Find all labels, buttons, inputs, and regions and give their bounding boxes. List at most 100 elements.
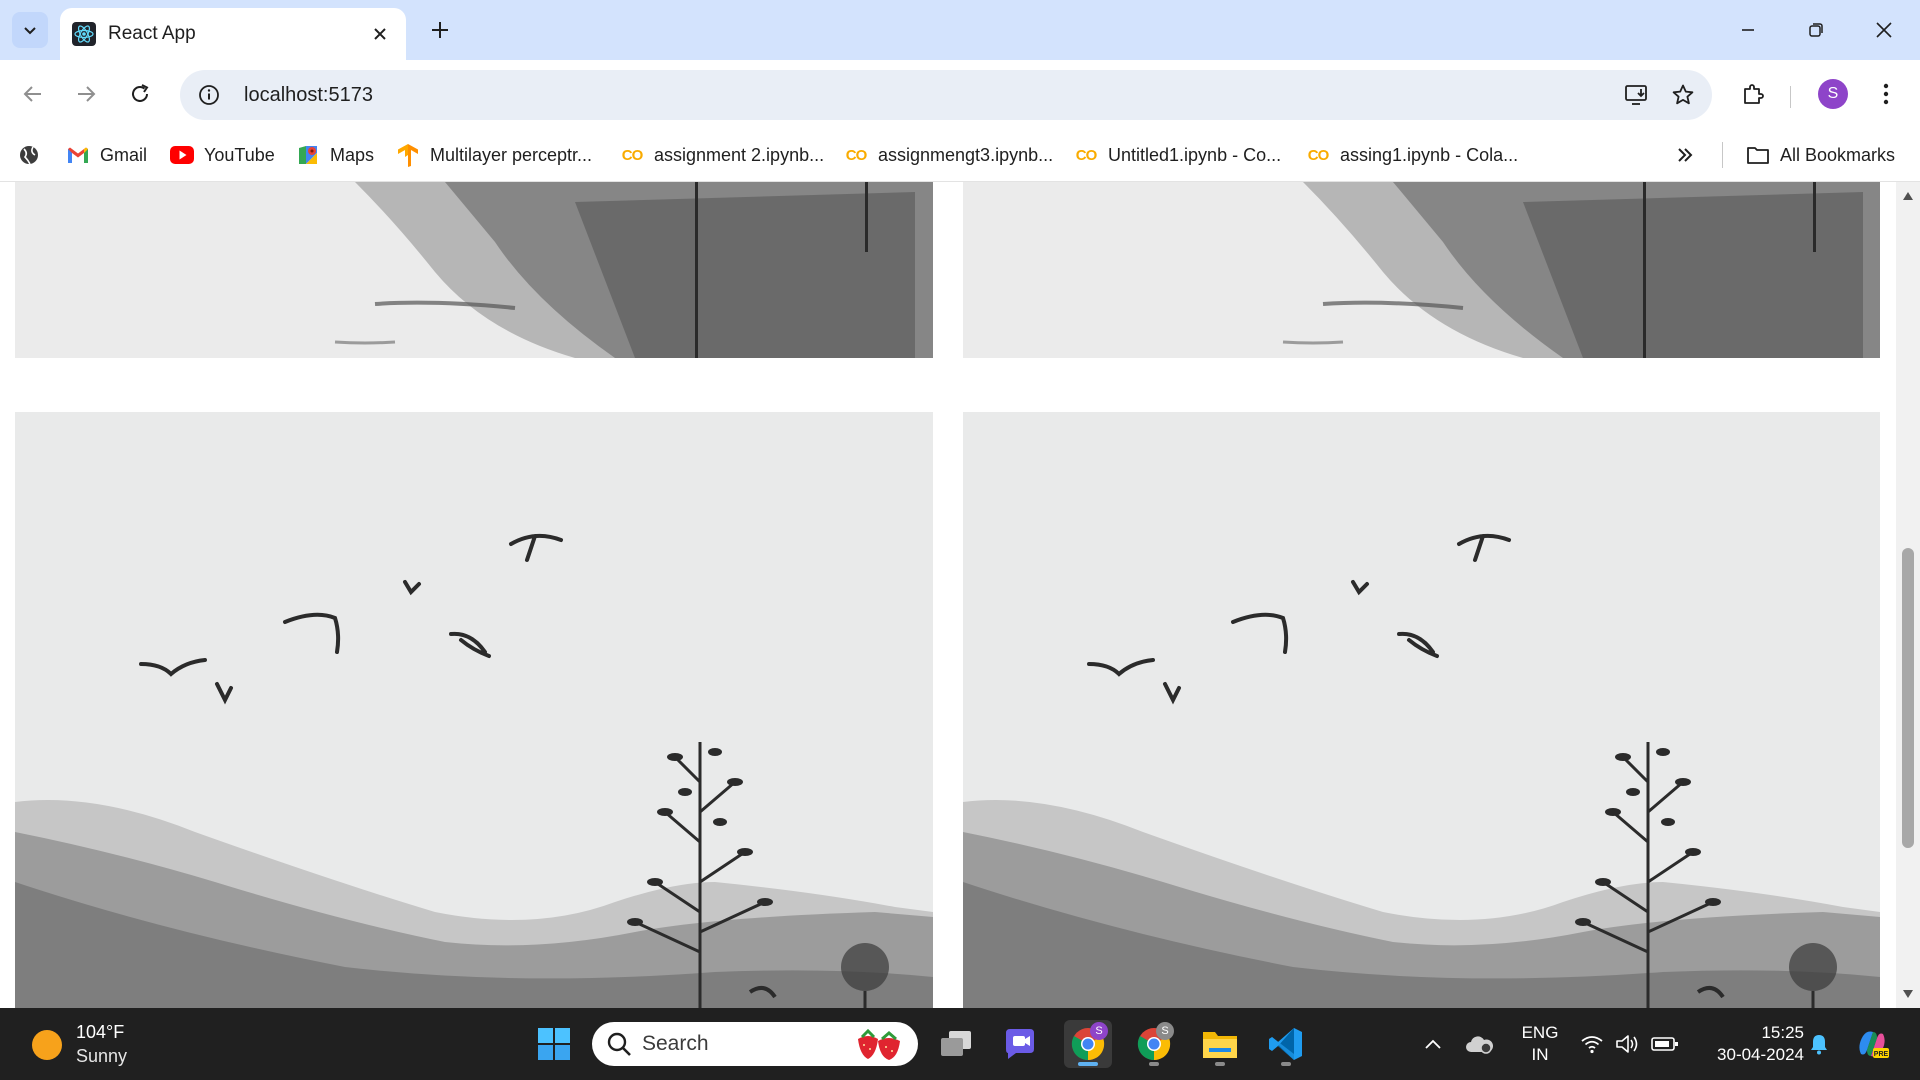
back-button[interactable]	[15, 76, 51, 112]
system-clock[interactable]: 15:25 30-04-2024	[1694, 1022, 1804, 1066]
close-window-button[interactable]	[1860, 10, 1908, 50]
onedrive-icon[interactable]	[1462, 1022, 1496, 1066]
bookmark-youtube[interactable]: YouTube	[170, 140, 275, 170]
weather-temperature[interactable]: 104°F	[76, 1022, 124, 1043]
more-bookmarks-button[interactable]	[1676, 140, 1694, 170]
all-bookmarks-label: All Bookmarks	[1780, 144, 1896, 165]
bookmark-assignmengt3[interactable]: CO assignmengt3.ipynb...	[844, 140, 1053, 170]
chrome-taskbar-button-2[interactable]: S	[1130, 1020, 1178, 1068]
teams-chat-button[interactable]	[998, 1020, 1046, 1068]
bookmark-star-button[interactable]	[1666, 78, 1700, 112]
landscape-painting	[15, 182, 933, 358]
svg-text:PRE: PRE	[1874, 1051, 1889, 1058]
globe-icon	[20, 146, 38, 165]
reload-icon	[132, 84, 149, 102]
address-bar[interactable]: localhost:5173	[180, 70, 1712, 120]
minimize-button[interactable]	[1724, 10, 1772, 50]
puzzle-icon	[1744, 84, 1764, 104]
profile-badge: S	[1156, 1022, 1174, 1040]
strawberry-icon	[858, 1028, 900, 1060]
arrow-right-icon	[78, 86, 96, 102]
bookmark-label: YouTube	[204, 144, 275, 165]
extensions-button[interactable]	[1735, 76, 1771, 112]
tab-search-button[interactable]	[12, 12, 48, 48]
site-info-icon[interactable]	[194, 80, 224, 110]
vscode-button[interactable]	[1262, 1020, 1310, 1068]
bookmark-gmail[interactable]: Gmail	[66, 140, 147, 170]
show-hidden-icons-button[interactable]	[1418, 1022, 1448, 1066]
plus-icon	[432, 22, 448, 38]
bookmark-untitled1[interactable]: CO Untitled1.ipynb - Co...	[1074, 140, 1281, 170]
wifi-icon[interactable]	[1578, 1022, 1606, 1066]
bookmark-label: Multilayer perceptr...	[430, 144, 593, 165]
forward-button[interactable]	[68, 76, 104, 112]
landscape-painting	[963, 412, 1880, 1008]
start-button[interactable]	[530, 1020, 578, 1068]
bookmark-multilayer-perceptron[interactable]: Multilayer perceptr...	[396, 140, 592, 170]
bookmark-label: assignment 2.ipynb...	[654, 144, 825, 165]
install-icon	[1625, 85, 1647, 105]
url-text[interactable]: localhost:5173	[244, 84, 1620, 107]
gallery-image[interactable]	[15, 182, 933, 358]
colab-icon: CO	[1075, 146, 1098, 164]
install-app-button[interactable]	[1620, 78, 1654, 112]
clock-time: 15:25	[1761, 1023, 1804, 1042]
taskbar-search[interactable]: Search	[592, 1022, 918, 1066]
copilot-icon[interactable]: PRE	[1852, 1022, 1892, 1066]
battery-icon[interactable]	[1650, 1022, 1680, 1066]
scroll-up-button[interactable]	[1902, 190, 1914, 202]
scrollbar-thumb[interactable]	[1902, 548, 1914, 848]
file-explorer-button[interactable]	[1196, 1020, 1244, 1068]
new-tab-button[interactable]	[424, 14, 456, 46]
toolbar-separator	[1790, 86, 1791, 108]
avatar: S	[1818, 79, 1848, 109]
notifications-bell-icon[interactable]	[1804, 1022, 1834, 1066]
tab-title: React App	[108, 23, 196, 44]
windows-taskbar: 104°F Sunny Search S S ENG IN 15:25 30-0…	[0, 1008, 1920, 1080]
bookmarks-separator	[1722, 142, 1723, 168]
folder-icon	[1203, 1032, 1237, 1058]
kebab-menu-icon	[1883, 83, 1889, 105]
weather-condition[interactable]: Sunny	[76, 1046, 127, 1067]
active-indicator	[1078, 1062, 1098, 1066]
reload-button[interactable]	[122, 76, 158, 112]
bookmark-assing1[interactable]: CO assing1.ipynb - Cola...	[1306, 140, 1518, 170]
colab-icon: CO	[1307, 146, 1330, 164]
task-view-icon	[941, 1031, 971, 1056]
react-icon	[72, 22, 96, 46]
gallery-image[interactable]	[15, 412, 933, 1008]
bookmark-maps[interactable]: Maps	[296, 140, 374, 170]
double-chevron-right-icon	[1678, 148, 1693, 162]
landscape-painting	[15, 412, 933, 1008]
arrow-left-icon	[23, 86, 41, 102]
chrome-menu-button[interactable]	[1868, 76, 1904, 112]
running-indicator	[1149, 1062, 1159, 1066]
tab-react-app[interactable]: React App	[60, 8, 406, 60]
volume-icon[interactable]	[1614, 1022, 1642, 1066]
profile-button[interactable]: S	[1815, 76, 1851, 112]
restore-icon	[1809, 23, 1823, 37]
task-view-button[interactable]	[932, 1020, 980, 1068]
language-code: ENG	[1521, 1023, 1559, 1042]
tensorflow-icon	[396, 143, 420, 167]
maps-icon	[296, 143, 320, 167]
folder-icon	[1746, 143, 1770, 167]
bookmark-assignment-2[interactable]: CO assignment 2.ipynb...	[620, 140, 824, 170]
bookmark-apps[interactable]	[18, 140, 40, 170]
language-indicator[interactable]: ENG IN	[1512, 1022, 1568, 1066]
weather-sun-icon[interactable]	[32, 1030, 62, 1060]
close-tab-button[interactable]	[366, 20, 394, 48]
chevron-up-icon	[1425, 1039, 1441, 1049]
gallery-image[interactable]	[963, 182, 1880, 358]
gallery-image[interactable]	[963, 412, 1880, 1008]
page-scrollbar[interactable]	[1896, 182, 1920, 1008]
all-bookmarks-button[interactable]: All Bookmarks	[1746, 140, 1895, 170]
colab-icon: CO	[621, 146, 644, 164]
chrome-taskbar-button-1[interactable]: S	[1064, 1020, 1112, 1068]
browser-toolbar: localhost:5173 S	[0, 60, 1920, 128]
restore-button[interactable]	[1792, 10, 1840, 50]
scroll-down-button[interactable]	[1902, 988, 1914, 1000]
bookmark-label: assignmengt3.ipynb...	[878, 144, 1054, 165]
windows-logo-icon	[538, 1028, 570, 1060]
running-indicator	[1281, 1062, 1291, 1066]
